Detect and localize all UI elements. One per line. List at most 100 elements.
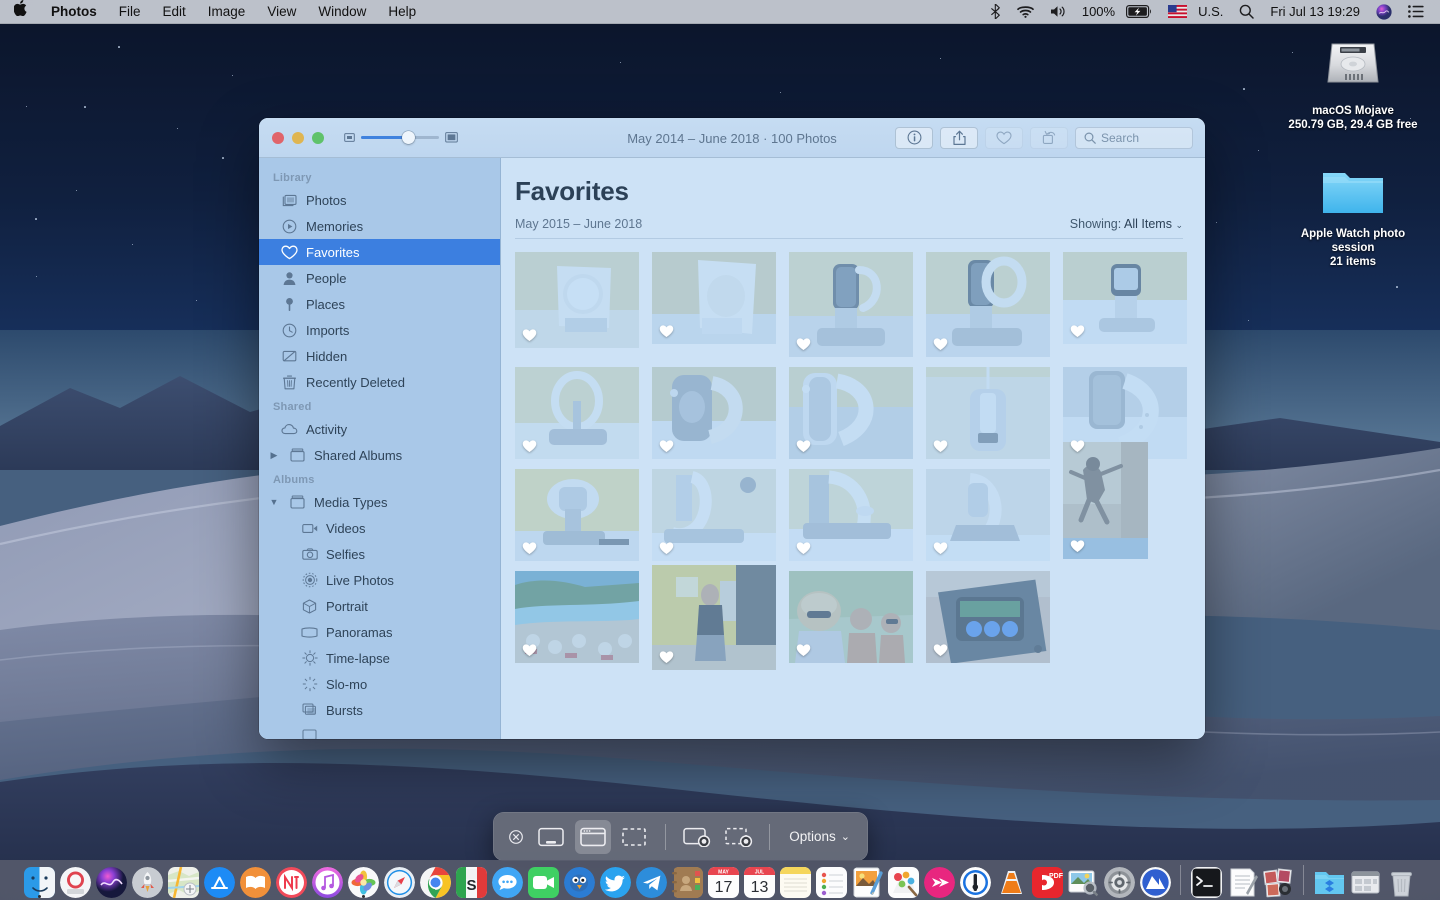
sidebar-item-selfies[interactable]: Selfies — [259, 541, 500, 567]
sidebar-item-places[interactable]: Places — [259, 291, 500, 317]
battery-percent-label[interactable]: 100% — [1074, 0, 1123, 24]
dock-item-finder[interactable] — [23, 862, 55, 898]
info-button[interactable] — [895, 126, 933, 149]
thumbnail-size-slider[interactable] — [344, 131, 458, 144]
menu-photos[interactable]: Photos — [40, 0, 108, 24]
menu-help[interactable]: Help — [377, 0, 427, 24]
sidebar-item-shared-albums[interactable]: ▶ Shared Albums — [259, 442, 500, 468]
sidebar-item-hidden[interactable]: Hidden — [259, 343, 500, 369]
dock-item-nordvpn[interactable] — [1139, 862, 1171, 898]
share-button[interactable] — [940, 126, 978, 149]
dock-item-image-optim[interactable] — [1067, 862, 1099, 898]
capture-selected-portion-button[interactable] — [617, 820, 653, 854]
dock[interactable]: S MAY 17 JUL 13 PDF — [0, 860, 1440, 900]
close-x-icon[interactable] — [505, 820, 527, 854]
record-selected-portion-button[interactable] — [721, 820, 757, 854]
dock-item-textedit[interactable] — [1226, 862, 1258, 898]
chevron-down-icon[interactable]: ▼ — [267, 497, 281, 507]
sidebar-item-recently-deleted[interactable]: Recently Deleted — [259, 369, 500, 395]
capture-entire-screen-button[interactable] — [533, 820, 569, 854]
volume-icon[interactable] — [1042, 0, 1074, 24]
capture-selected-window-button[interactable] — [575, 819, 611, 854]
dock-item-calendar-may[interactable]: MAY 17 — [707, 862, 739, 898]
showing-filter[interactable]: Showing: All Items ⌄ — [1070, 217, 1183, 231]
photo-thumbnail[interactable] — [789, 571, 913, 663]
dock-item-siri[interactable] — [95, 862, 127, 898]
photo-thumbnail[interactable] — [926, 252, 1050, 357]
dock-item-launchpad[interactable] — [131, 862, 163, 898]
sidebar-item-people[interactable]: People — [259, 265, 500, 291]
dock-item-calendar-jul[interactable]: JUL 13 — [743, 862, 775, 898]
sidebar-item-bursts[interactable]: Bursts — [259, 697, 500, 723]
wifi-icon[interactable] — [1009, 0, 1042, 24]
options-button[interactable]: Options ⌄ — [783, 829, 856, 844]
dock-item-pixelmator[interactable] — [887, 862, 919, 898]
dock-item-screenshots-stack[interactable] — [1262, 862, 1294, 898]
sidebar-item-photos[interactable]: Photos — [259, 187, 500, 213]
photo-thumbnail[interactable] — [515, 571, 639, 663]
menu-image[interactable]: Image — [197, 0, 257, 24]
dock-item-notes[interactable] — [779, 862, 811, 898]
dock-item-messages[interactable] — [491, 862, 523, 898]
minimize-button[interactable] — [292, 131, 304, 144]
photo-thumbnail[interactable] — [789, 469, 913, 561]
battery-charging-icon[interactable] — [1123, 0, 1160, 24]
dock-item-1password[interactable] — [959, 862, 991, 898]
dock-item-app-store[interactable] — [203, 862, 235, 898]
desktop-icon-apple-watch-photo-session[interactable]: Apple Watch photo session 21 items — [1288, 163, 1418, 269]
photo-thumbnail[interactable] — [789, 252, 913, 357]
screenshot-toolbar[interactable]: Options ⌄ — [493, 812, 868, 861]
dock-item-twitter[interactable] — [599, 862, 631, 898]
photo-thumbnail[interactable] — [652, 565, 776, 670]
siri-icon[interactable] — [1368, 0, 1400, 24]
dock-item-maps[interactable] — [167, 862, 199, 898]
sidebar-item-partial[interactable] — [259, 723, 500, 739]
photo-thumbnail[interactable] — [515, 252, 639, 348]
spotlight-search-icon[interactable] — [1231, 0, 1262, 24]
dock-item-chrome[interactable] — [419, 862, 451, 898]
us-flag-icon[interactable] — [1160, 0, 1190, 24]
photo-thumbnail[interactable] — [926, 367, 1050, 459]
desktop-icon-macos-mojave[interactable]: macOS Mojave 250.79 GB, 29.4 GB free — [1288, 32, 1418, 132]
dock-item-photos[interactable] — [347, 862, 379, 898]
chevron-down-icon[interactable]: ⌄ — [1175, 220, 1183, 230]
photo-thumbnail[interactable] — [652, 367, 776, 459]
sidebar-item-favorites[interactable]: Favorites — [259, 239, 500, 265]
favorite-button[interactable] — [985, 126, 1023, 149]
slider-track[interactable] — [361, 131, 439, 144]
sidebar-item-panoramas[interactable]: Panoramas — [259, 619, 500, 645]
menu-window[interactable]: Window — [307, 0, 377, 24]
sidebar-item-activity[interactable]: Activity — [259, 416, 500, 442]
slider-knob[interactable] — [402, 131, 415, 144]
bluetooth-icon[interactable] — [982, 0, 1009, 24]
dock-item-transmit[interactable] — [923, 862, 955, 898]
window-toolbar[interactable]: Search — [895, 126, 1205, 149]
photo-thumbnail[interactable] — [652, 469, 776, 561]
dock-item-contacts[interactable] — [671, 862, 703, 898]
menu-view[interactable]: View — [256, 0, 307, 24]
sidebar-item-videos[interactable]: Videos — [259, 515, 500, 541]
window-controls[interactable] — [259, 131, 324, 144]
sidebar[interactable]: Library Photos Memories Favorites People — [259, 158, 501, 739]
sidebar-item-media-types[interactable]: ▼ Media Types — [259, 489, 500, 515]
dock-item-terminal[interactable] — [1190, 862, 1222, 898]
dock-item-facetime[interactable] — [527, 862, 559, 898]
photo-thumbnail[interactable] — [789, 367, 913, 459]
window-titlebar[interactable]: May 2014 – June 2018 · 100 Photos Search — [259, 118, 1205, 158]
dock-item-trash[interactable] — [1385, 862, 1417, 898]
sidebar-item-live-photos[interactable]: Live Photos — [259, 567, 500, 593]
dock-item-tweetbot[interactable] — [563, 862, 595, 898]
photo-thumbnail[interactable] — [652, 252, 776, 344]
photos-window[interactable]: May 2014 – June 2018 · 100 Photos Search — [259, 118, 1205, 739]
record-entire-screen-button[interactable] — [679, 820, 715, 854]
dock-item-preview[interactable] — [851, 862, 883, 898]
menu-edit[interactable]: Edit — [152, 0, 197, 24]
dock-item-sublime-text[interactable]: S — [455, 862, 487, 898]
photo-grid[interactable] — [515, 252, 1187, 670]
dock-item-safari[interactable] — [383, 862, 415, 898]
dock-item-telegram[interactable] — [635, 862, 667, 898]
input-source-label[interactable]: U.S. — [1190, 0, 1231, 24]
menu-file[interactable]: File — [108, 0, 152, 24]
notification-center-icon[interactable] — [1400, 0, 1432, 24]
clock-datetime[interactable]: Fri Jul 13 19:29 — [1262, 0, 1368, 24]
